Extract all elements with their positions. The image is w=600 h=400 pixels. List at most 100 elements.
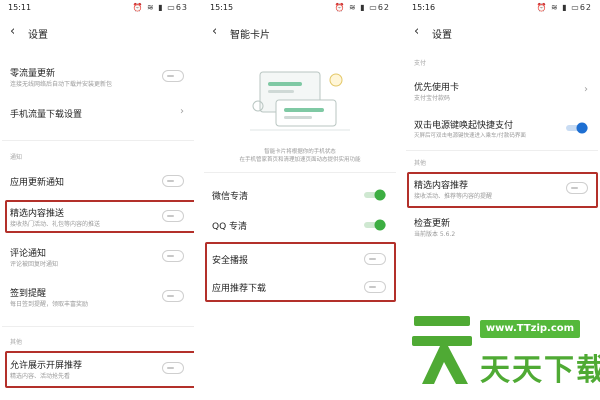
back-arrow-icon[interactable]: ‹: [414, 24, 419, 39]
wifi-icon: ≋: [147, 3, 155, 12]
setting-subtitle: 接收活动、推荐等内容的提醒: [414, 193, 493, 200]
signal-icon: ▮: [360, 3, 366, 12]
card-title: 应用推荐下载: [212, 284, 267, 294]
status-time: 15:16: [412, 3, 436, 12]
app-recommend-download-toggle[interactable]: [364, 281, 386, 293]
setting-subtitle: 连接无线网络后自动下载并安装更新包: [10, 81, 113, 88]
title-bar: ‹ 设置: [2, 22, 194, 44]
back-arrow-icon[interactable]: ‹: [212, 24, 217, 39]
setting-row-check-update[interactable]: 检查更新 当前版本 5.6.2: [406, 214, 598, 242]
section-divider: [204, 172, 396, 173]
section-divider: [2, 326, 194, 327]
zero-traffic-update-toggle[interactable]: [162, 70, 184, 82]
setting-title: 签到提醒: [10, 289, 47, 299]
battery-level: 62: [377, 3, 390, 12]
security-broadcast-toggle[interactable]: [364, 253, 386, 265]
section-label-notify: 通知: [10, 154, 23, 161]
setting-row-double-click-pay[interactable]: 双击电源键唤起快捷支付 灭屏后可双击电源键快速进入乘车/付款码界面: [406, 116, 598, 144]
setting-title: 应用更新通知: [10, 178, 65, 188]
status-icons: ⏰ ≋ ▮ ▭62: [537, 3, 592, 12]
section-label-other: 其他: [414, 160, 427, 167]
setting-title: 允许展示开屏推荐: [10, 361, 83, 371]
setting-title: 检查更新: [414, 219, 451, 229]
setting-title: 精选内容推送: [10, 209, 65, 219]
setting-title: 优先使用卡: [414, 83, 460, 93]
setting-row-zero-traffic-update[interactable]: 零流量更新 连接无线网络后自动下载并安装更新包: [2, 64, 194, 92]
section-divider: [2, 140, 194, 141]
setting-row-checkin-reminder[interactable]: 签到提醒 每日签到提醒，领取丰富奖励: [2, 284, 194, 312]
setting-title: 零流量更新: [10, 69, 56, 79]
card-title: 安全播报: [212, 256, 249, 266]
battery-level: 63: [175, 3, 188, 12]
battery-icon: ▭: [571, 3, 580, 12]
chevron-right-icon: ›: [584, 84, 588, 95]
featured-push-toggle[interactable]: [162, 210, 184, 222]
section-label-other: 其他: [10, 339, 23, 346]
setting-row-featured-push[interactable]: 精选内容推送 接收热门活动、礼包等内容的推送: [2, 204, 194, 232]
section-divider: [406, 150, 598, 151]
setting-row-comment-notify[interactable]: 评论通知 评论被回复时通知: [2, 244, 194, 272]
setting-row-app-update-notify[interactable]: 应用更新通知: [2, 172, 194, 192]
page-title: 智能卡片: [230, 30, 270, 41]
signal-icon: ▮: [158, 3, 164, 12]
settings-screen-1: 15:11 ⏰ ≋ ▮ ▭63 ‹ 设置 零流量更新 连接无线网络后自动下载并安…: [2, 0, 194, 400]
page-title: 设置: [28, 30, 48, 41]
status-bar: 15:15 ⏰ ≋ ▮ ▭62: [204, 0, 396, 16]
setting-subtitle: 接收热门活动、礼包等内容的推送: [10, 221, 101, 228]
screenshot-collage: 15:11 ⏰ ≋ ▮ ▭63 ‹ 设置 零流量更新 连接无线网络后自动下载并安…: [0, 0, 600, 400]
alarm-icon: ⏰: [132, 3, 144, 12]
status-bar: 15:16 ⏰ ≋ ▮ ▭62: [406, 0, 598, 16]
setting-row-mobile-data-download[interactable]: 手机流量下载设置 ›: [2, 104, 194, 124]
setting-row-splash-recommend[interactable]: 允许展示开屏推荐 精选内容、活动抢先看: [2, 356, 194, 384]
card-row-app-recommend-download[interactable]: 应用推荐下载: [204, 278, 396, 298]
status-icons: ⏰ ≋ ▮ ▭63: [133, 3, 188, 12]
signal-icon: ▮: [562, 3, 568, 12]
watermark-url: www.TTzip.com: [480, 320, 580, 338]
alarm-icon: ⏰: [334, 3, 346, 12]
page-title: 设置: [432, 30, 452, 41]
wifi-icon: ≋: [551, 3, 559, 12]
status-time: 15:11: [8, 3, 32, 12]
setting-title: 评论通知: [10, 249, 47, 259]
wifi-icon: ≋: [349, 3, 357, 12]
status-time: 15:15: [210, 3, 234, 12]
comment-notify-toggle[interactable]: [162, 250, 184, 262]
featured-recommend-toggle[interactable]: [566, 182, 588, 194]
setting-title: 手机流量下载设置: [10, 110, 83, 120]
card-row-qq-clean[interactable]: QQ 专清: [204, 216, 396, 236]
smart-card-illustration: [250, 71, 350, 131]
status-icons: ⏰ ≋ ▮ ▭62: [335, 3, 390, 12]
battery-icon: ▭: [369, 3, 378, 12]
battery-level: 62: [579, 3, 592, 12]
setting-title: 精选内容推荐: [414, 181, 469, 191]
setting-subtitle: 支付宝付款码: [414, 95, 451, 102]
card-row-security-broadcast[interactable]: 安全播报: [204, 250, 396, 270]
intro-text-line-1: 智能卡片将根据你的手机状态: [264, 149, 336, 155]
checkin-reminder-toggle[interactable]: [162, 290, 184, 302]
card-title: QQ 专清: [212, 222, 248, 232]
smart-card-screen: 15:15 ⏰ ≋ ▮ ▭62 ‹ 智能卡片 智能卡片将根据你的手机状态 在手机…: [204, 0, 396, 400]
title-bar: ‹ 智能卡片: [204, 22, 396, 44]
setting-subtitle: 评论被回复时通知: [10, 261, 59, 268]
status-bar: 15:11 ⏰ ≋ ▮ ▭63: [2, 0, 194, 16]
card-row-wechat-clean[interactable]: 微信专清: [204, 186, 396, 206]
setting-title: 双击电源键唤起快捷支付: [414, 121, 514, 131]
double-click-pay-toggle[interactable]: [566, 122, 588, 134]
watermark-logo-icon: [412, 316, 472, 384]
qq-clean-toggle[interactable]: [364, 219, 386, 231]
setting-row-preferred-card[interactable]: 优先使用卡 支付宝付款码 ›: [406, 78, 598, 106]
setting-subtitle: 每日签到提醒，领取丰富奖励: [10, 301, 89, 308]
splash-recommend-toggle[interactable]: [162, 362, 184, 374]
chevron-right-icon: ›: [180, 106, 184, 117]
setting-subtitle: 灭屏后可双击电源键快速进入乘车/付款码界面: [414, 133, 526, 139]
wechat-clean-toggle[interactable]: [364, 189, 386, 201]
intro-text-line-2: 在手机管家首页和清理加速页面动态提供实用功能: [239, 157, 361, 163]
section-label-pay: 支付: [414, 60, 427, 67]
back-arrow-icon[interactable]: ‹: [10, 24, 15, 39]
app-update-notify-toggle[interactable]: [162, 175, 184, 187]
battery-icon: ▭: [167, 3, 176, 12]
setting-row-featured-recommend[interactable]: 精选内容推荐 接收活动、推荐等内容的提醒: [406, 176, 598, 204]
setting-subtitle: 当前版本 5.6.2: [414, 231, 456, 238]
card-title: 微信专清: [212, 192, 249, 202]
watermark-text: 天天下载: [480, 353, 600, 388]
